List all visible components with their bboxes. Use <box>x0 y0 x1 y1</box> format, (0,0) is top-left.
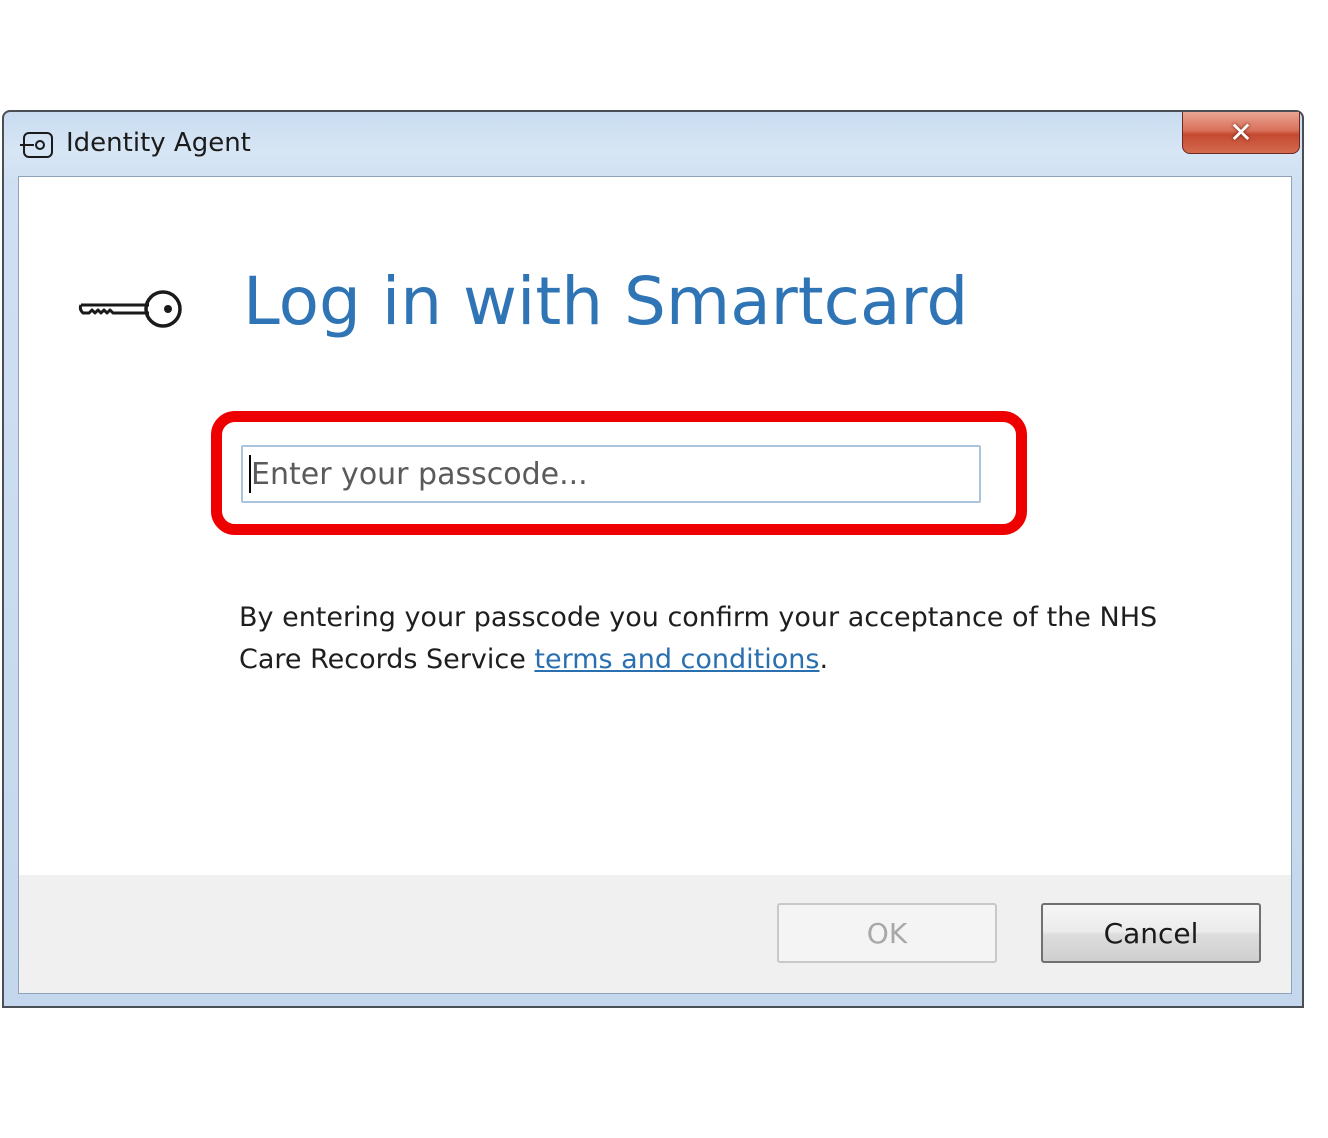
ok-button[interactable]: OK <box>777 903 997 963</box>
text-caret <box>249 455 251 493</box>
key-tag-icon <box>20 132 53 158</box>
dialog-body: Log in with Smartcard By entering your p… <box>18 176 1292 994</box>
identity-agent-window: Identity Agent ✕ Log in with Smartcard B… <box>2 110 1304 1008</box>
page-title: Log in with Smartcard <box>243 263 969 340</box>
window-title: Identity Agent <box>66 128 251 158</box>
terms-disclaimer: By entering your passcode you confirm yo… <box>239 597 1179 681</box>
close-icon: ✕ <box>1229 115 1253 149</box>
cancel-button[interactable]: Cancel <box>1041 903 1261 963</box>
title-bar[interactable]: Identity Agent ✕ <box>4 112 1302 178</box>
disclaimer-suffix: . <box>819 644 829 675</box>
terms-link[interactable]: terms and conditions <box>534 644 819 675</box>
button-bar: OK Cancel <box>19 875 1291 993</box>
passcode-input[interactable] <box>241 445 981 503</box>
close-button[interactable]: ✕ <box>1182 112 1300 154</box>
key-icon <box>78 290 182 328</box>
